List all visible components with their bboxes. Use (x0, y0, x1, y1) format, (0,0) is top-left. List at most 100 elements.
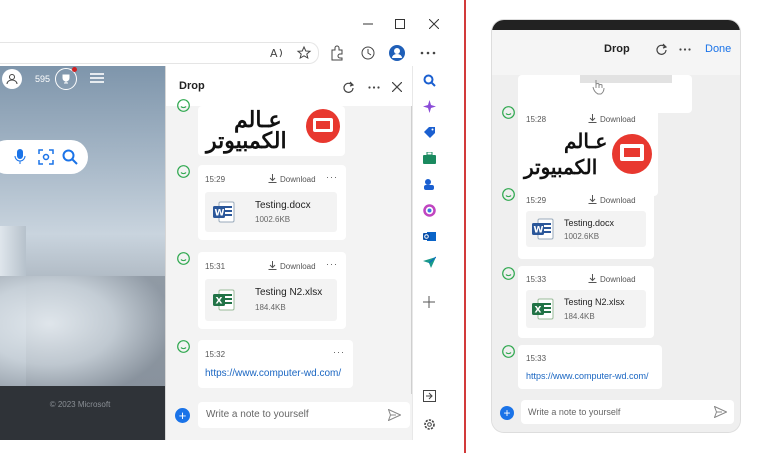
download-button[interactable]: Download (280, 262, 316, 271)
download-button[interactable]: Download (600, 115, 636, 124)
send-icon[interactable] (714, 406, 727, 418)
add-favorite-icon[interactable] (294, 43, 314, 63)
note-input[interactable]: Write a note to yourself (198, 402, 410, 428)
close-icon (429, 19, 439, 29)
edge-sidebar (412, 66, 446, 440)
edge-browser-window: A © 2023 Microsoft 595 Drop عـالم الكمبي… (0, 0, 464, 453)
add-sidebar-app-icon[interactable] (421, 294, 437, 310)
file-size: 1002.6KB (564, 232, 600, 241)
send-icon[interactable] (388, 409, 401, 421)
file-card-docx[interactable]: 15:29 Download W Testing.docx 1002.6KB (518, 187, 654, 259)
file-size: 184.4KB (255, 303, 286, 312)
rewards-points: 595 (35, 74, 51, 84)
file-card-docx[interactable]: 15:29 Download ··· W Testing.docx 1002.6… (198, 165, 346, 240)
maximize-icon (395, 19, 405, 29)
drop-title: Drop (179, 80, 205, 92)
shared-link[interactable]: https://www.computer-wd.com/ (205, 368, 341, 379)
download-button[interactable]: Download (280, 175, 316, 184)
file-box[interactable]: W Testing.docx 1002.6KB (526, 211, 646, 247)
svg-text:W: W (215, 209, 225, 219)
refresh-icon[interactable] (342, 81, 354, 93)
download-button[interactable]: Download (600, 275, 636, 284)
link-card[interactable]: 15:32 ··· https://www.computer-wd.com/ (198, 340, 353, 388)
download-button[interactable]: Download (600, 196, 636, 205)
page-header: 595 (0, 66, 165, 96)
microphone-icon[interactable] (14, 149, 26, 165)
hand-cursor-icon (592, 80, 605, 95)
snowy-trees-image (0, 276, 165, 396)
profile-avatar[interactable] (387, 43, 407, 63)
close-window-button[interactable] (414, 12, 454, 36)
add-file-button[interactable]: + (175, 408, 190, 423)
hamburger-menu-icon[interactable] (90, 72, 104, 84)
more-options-icon[interactable] (418, 43, 438, 63)
microsoft365-icon[interactable] (421, 202, 437, 218)
download-icon[interactable] (588, 114, 597, 123)
visual-search-icon[interactable] (38, 149, 54, 165)
search-box[interactable] (0, 140, 88, 174)
phone-footer: + Write a note to yourself (492, 396, 740, 432)
search-icon[interactable] (62, 149, 78, 165)
drop-icon[interactable] (421, 254, 437, 270)
item-time: 15:31 (205, 262, 226, 271)
file-box[interactable]: X Testing N2.xlsx 184.4KB (526, 290, 646, 328)
image-card[interactable]: عـالم الكمبيوتر (198, 106, 345, 156)
tools-briefcase-icon[interactable] (421, 150, 437, 166)
games-icon[interactable] (421, 176, 437, 192)
item-more-icon[interactable]: ··· (326, 172, 338, 182)
smiley-icon (177, 340, 190, 353)
drop-panel: Drop عـالم الكمبيوتر 15:29 Download ··· … (165, 66, 413, 440)
search-icon[interactable] (421, 72, 437, 88)
minimize-icon (363, 23, 373, 25)
drop-footer: + Write a note to yourself (166, 394, 413, 440)
extensions-icon[interactable] (326, 43, 346, 63)
file-box[interactable]: W Testing.docx 1002.6KB (205, 192, 337, 232)
word-icon: W (532, 218, 554, 240)
done-button[interactable]: Done (705, 43, 731, 55)
svg-text:W: W (534, 226, 544, 236)
note-placeholder: Write a note to yourself (206, 409, 309, 420)
smiley-icon (177, 99, 190, 112)
item-time: 15:29 (526, 196, 547, 205)
computer-world-logo-icon (306, 109, 340, 143)
svg-text:X: X (535, 306, 542, 316)
sidebar-settings-icon[interactable] (421, 416, 437, 432)
notification-dot (72, 67, 77, 72)
download-icon[interactable] (588, 274, 597, 283)
download-icon[interactable] (268, 174, 277, 183)
file-box[interactable]: X Testing N2.xlsx 184.4KB (205, 279, 337, 321)
file-card-xlsx[interactable]: 15:31 Download ··· X Testing N2.xlsx 184… (198, 252, 346, 329)
web-page-background: © 2023 Microsoft 595 (0, 66, 165, 440)
more-options-icon[interactable] (368, 86, 380, 89)
user-icon[interactable] (2, 69, 22, 89)
link-card[interactable]: 15:33 https://www.computer-wd.com/ (518, 345, 662, 389)
item-more-icon[interactable]: ··· (333, 347, 345, 357)
shopping-tag-icon[interactable] (421, 124, 437, 140)
hide-sidebar-icon[interactable] (421, 388, 437, 404)
image-card[interactable]: 15:28 Download عـالم الكمبيوتر (518, 106, 658, 196)
file-card-xlsx[interactable]: 15:33 Download X Testing N2.xlsx 184.4KB (518, 266, 654, 338)
file-name: Testing N2.xlsx (255, 287, 323, 298)
outlook-icon[interactable] (421, 228, 437, 244)
svg-text:X: X (216, 297, 223, 307)
download-icon[interactable] (588, 195, 597, 204)
download-icon[interactable] (268, 261, 277, 270)
note-input[interactable]: Write a note to yourself (521, 400, 734, 424)
shared-link[interactable]: https://www.computer-wd.com/ (526, 371, 649, 381)
phone-top-bezel (492, 20, 740, 30)
item-more-icon[interactable]: ··· (326, 259, 338, 269)
svg-text:A: A (270, 47, 278, 60)
add-file-button[interactable]: + (500, 406, 514, 420)
file-size: 1002.6KB (255, 215, 291, 224)
refresh-icon[interactable] (655, 43, 667, 55)
footer-copyright: © 2023 Microsoft (49, 400, 111, 409)
phone-frame: Drop Done 15:28 Download عـالم الكمبيوتر… (492, 20, 740, 432)
copilot-icon[interactable] (421, 98, 437, 114)
mobile-drop-view: Drop Done 15:28 Download عـالم الكمبيوتر… (466, 0, 760, 453)
close-panel-icon[interactable] (392, 82, 402, 92)
address-row: A (0, 38, 445, 66)
read-aloud-icon[interactable]: A (268, 43, 288, 63)
more-options-icon[interactable] (679, 48, 691, 51)
smiley-icon (502, 188, 515, 201)
history-icon[interactable] (358, 43, 378, 63)
